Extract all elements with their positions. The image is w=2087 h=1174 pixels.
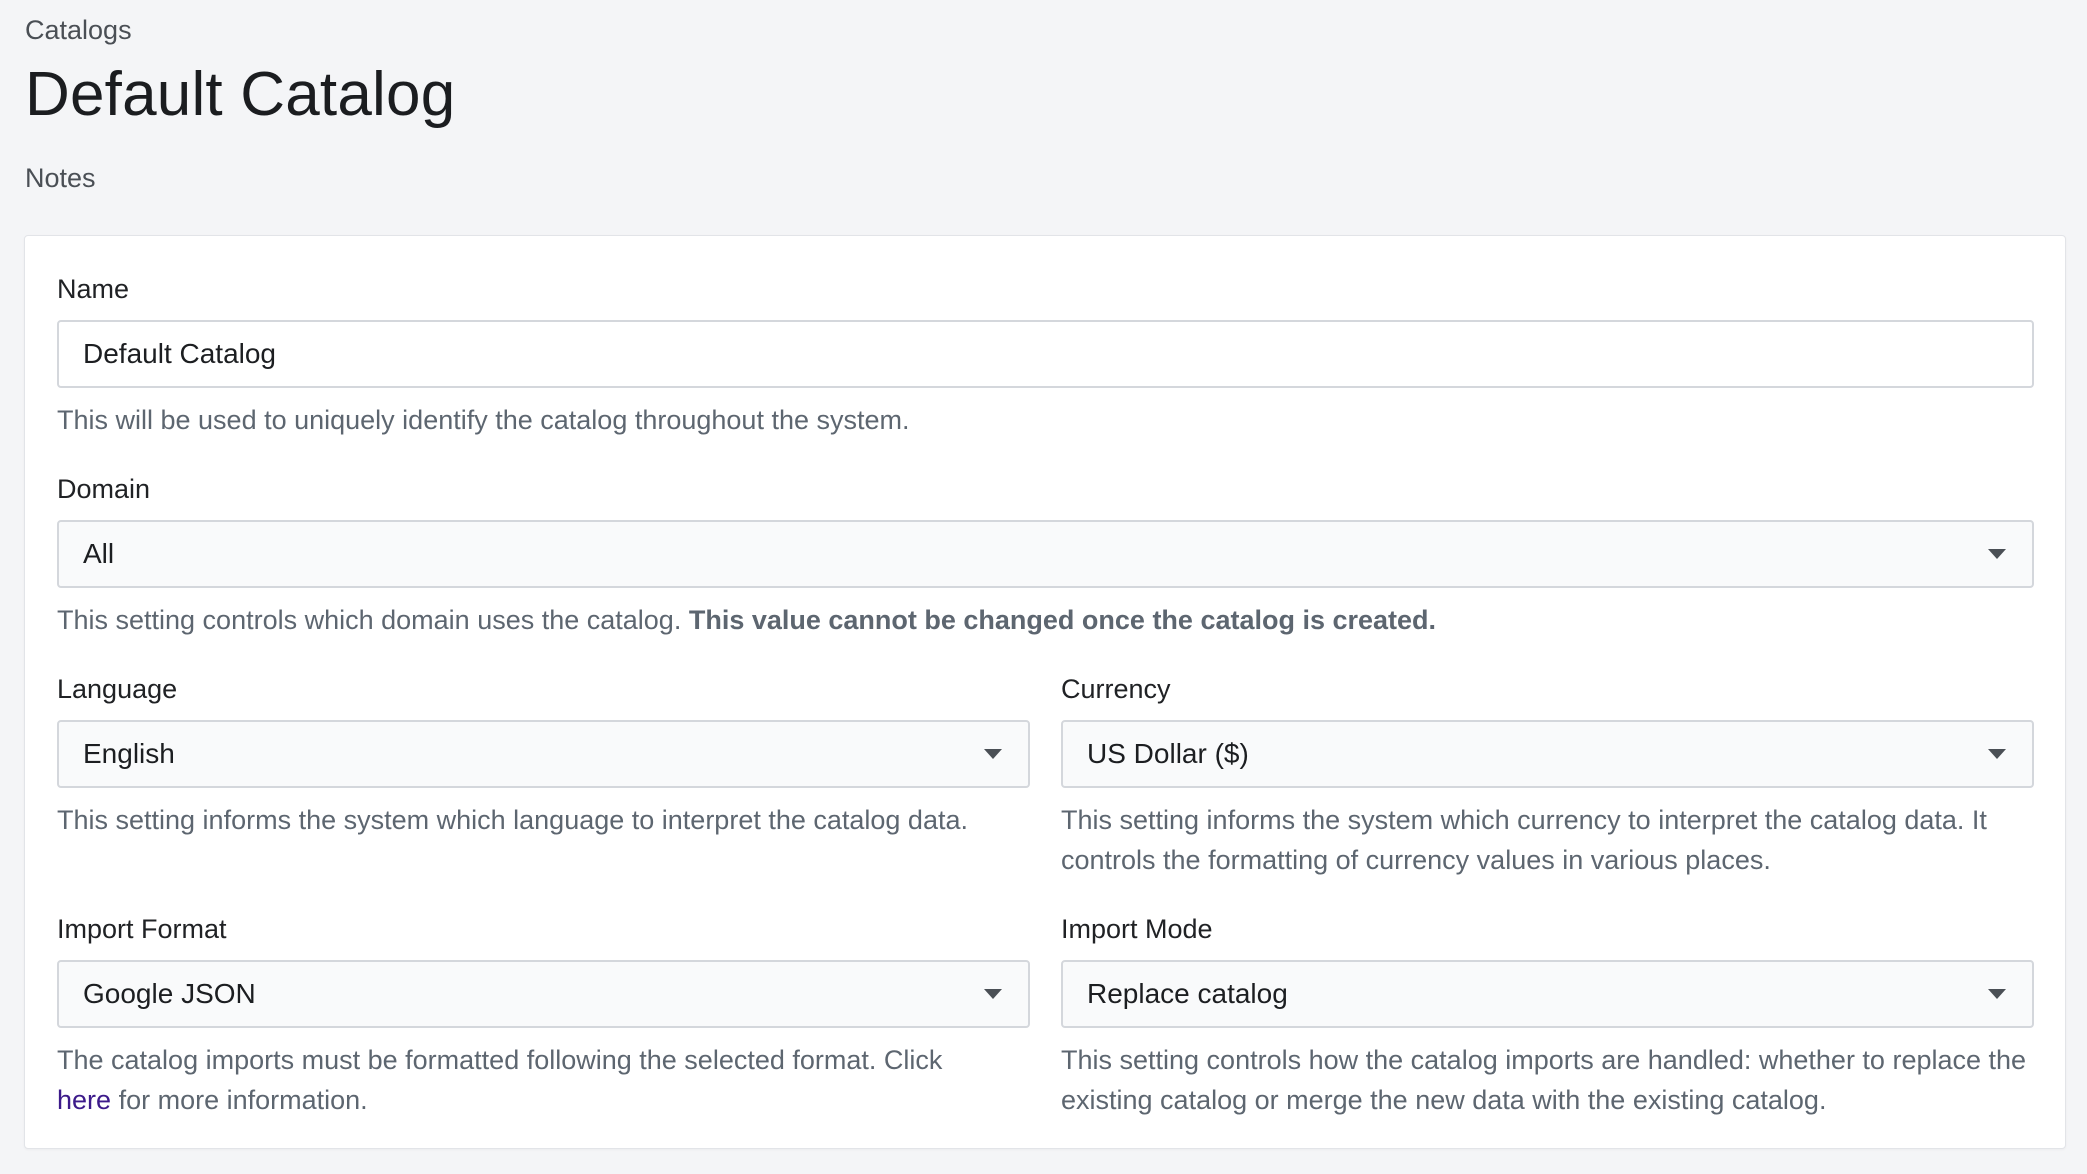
catalog-form-card: Name Default Catalog This will be used t…: [24, 235, 2066, 1149]
import-mode-select[interactable]: Replace catalog: [1061, 960, 2034, 1028]
name-help-text: This will be used to uniquely identify t…: [57, 405, 910, 435]
import-format-help-after: for more information.: [118, 1085, 368, 1115]
import-format-help-link[interactable]: here: [57, 1085, 111, 1115]
import-format-select-value: Google JSON: [83, 978, 256, 1009]
domain-select-value: All: [83, 538, 115, 569]
breadcrumb[interactable]: Catalogs: [25, 12, 455, 48]
domain-help-main: This setting controls which domain uses …: [57, 605, 682, 635]
language-field-group: Language English This setting informs th…: [57, 672, 1030, 840]
language-label: Language: [57, 674, 178, 704]
import-format-field-group: Import Format Google JSON The catalog im…: [57, 912, 1030, 1120]
import-format-help-text: The catalog imports must be formatted fo…: [57, 1040, 1030, 1120]
import-format-help-before: The catalog imports must be formatted fo…: [57, 1045, 943, 1075]
domain-field-group: Domain All This setting controls which d…: [57, 472, 2034, 640]
chevron-down-icon: [1988, 989, 2006, 999]
import-format-label: Import Format: [57, 914, 227, 944]
language-select-value: English: [83, 738, 175, 769]
domain-select[interactable]: All: [57, 520, 2034, 588]
language-select[interactable]: English: [57, 720, 1030, 788]
chevron-down-icon: [984, 989, 1002, 999]
domain-help-text: This setting controls which domain uses …: [57, 600, 2034, 640]
currency-help-text: This setting informs the system which cu…: [1061, 805, 1987, 875]
chevron-down-icon: [984, 749, 1002, 759]
currency-field-group: Currency US Dollar ($) This setting info…: [1061, 672, 2034, 880]
currency-select-value: US Dollar ($): [1087, 738, 1249, 769]
page-title: Default Catalog: [25, 60, 456, 129]
notes-link[interactable]: Notes: [25, 160, 455, 196]
import-format-select[interactable]: Google JSON: [57, 960, 1030, 1028]
chevron-down-icon: [1988, 749, 2006, 759]
import-mode-field-group: Import Mode Replace catalog This setting…: [1061, 912, 2034, 1120]
language-help-text: This setting informs the system which la…: [57, 805, 968, 835]
import-mode-label: Import Mode: [1061, 914, 1213, 944]
domain-help-warning: This value cannot be changed once the ca…: [688, 605, 1437, 635]
import-mode-select-value: Replace catalog: [1087, 978, 1288, 1009]
page-header: Catalogs Default Catalog Notes: [25, 12, 455, 196]
domain-label: Domain: [57, 474, 151, 504]
name-input-value: Default Catalog: [83, 338, 277, 369]
chevron-down-icon: [1988, 549, 2006, 559]
name-label: Name: [57, 274, 130, 304]
currency-label: Currency: [1061, 674, 1171, 704]
import-mode-help-text: This setting controls how the catalog im…: [1061, 1045, 2027, 1115]
currency-select[interactable]: US Dollar ($): [1061, 720, 2034, 788]
name-input[interactable]: Default Catalog: [57, 320, 2034, 388]
name-field-group: Name Default Catalog This will be used t…: [57, 272, 2034, 440]
